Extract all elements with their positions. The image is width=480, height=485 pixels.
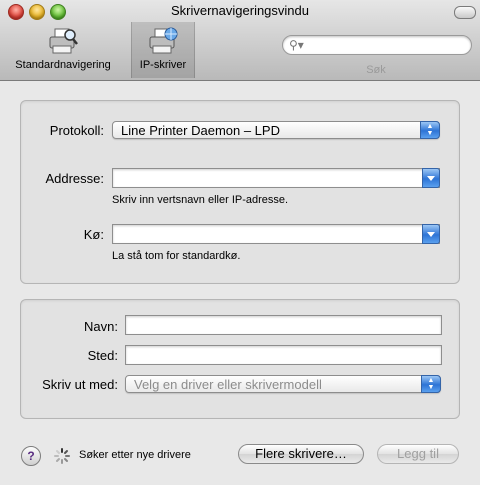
toolbar-item-default-browser[interactable]: Standardnavigering xyxy=(4,22,122,78)
window-title: Skrivernavigeringsvindu xyxy=(170,3,309,18)
name-label: Navn: xyxy=(84,319,118,334)
search-input[interactable] xyxy=(282,35,472,55)
spinner-icon xyxy=(53,447,71,465)
help-button[interactable]: ? xyxy=(21,446,41,466)
chevron-down-icon[interactable] xyxy=(422,168,440,188)
protocol-popup[interactable]: Line Printer Daemon – LPD ▲ ▼ xyxy=(112,121,440,139)
add-button[interactable]: Legg til xyxy=(377,444,459,464)
printer-network-icon xyxy=(147,26,179,56)
address-hint: Skriv inn vertsnavn eller IP-adresse. xyxy=(112,194,289,206)
chevron-down-icon[interactable] xyxy=(422,224,440,244)
print-with-value: Velg en driver eller skrivermodell xyxy=(134,377,322,392)
popup-arrows-icon: ▲ ▼ xyxy=(420,121,440,139)
location-field[interactable] xyxy=(125,345,442,365)
print-with-popup[interactable]: Velg en driver eller skrivermodell ▲ ▼ xyxy=(125,375,441,393)
protocol-label: Protokoll: xyxy=(49,123,104,138)
toolbar-label-default: Standardnavigering xyxy=(15,59,111,71)
address-combobox[interactable] xyxy=(112,168,440,188)
queue-label: Kø: xyxy=(83,227,104,242)
queue-combobox[interactable] xyxy=(112,224,440,244)
toolbar-label-ip: IP-skriver xyxy=(139,59,187,71)
printer-search-icon xyxy=(47,26,79,56)
print-with-label: Skriv ut med: xyxy=(42,377,118,392)
toolbar-item-ip-printer[interactable]: IP-skriver xyxy=(131,22,195,78)
address-label: Addresse: xyxy=(45,171,104,186)
location-label: Sted: xyxy=(87,348,118,363)
more-printers-button[interactable]: Flere skrivere… xyxy=(238,444,364,464)
queue-hint: La stå tom for standardkø. xyxy=(112,250,241,262)
status-text: Søker etter nye drivere xyxy=(79,449,191,461)
search-icon: ⚲▾ xyxy=(289,38,304,52)
search-label: Søk xyxy=(366,64,386,76)
name-field[interactable] xyxy=(125,315,442,335)
protocol-value: Line Printer Daemon – LPD xyxy=(121,123,280,138)
popup-arrows-icon: ▲ ▼ xyxy=(421,375,441,393)
toolbar-toggle-button[interactable] xyxy=(454,6,476,19)
